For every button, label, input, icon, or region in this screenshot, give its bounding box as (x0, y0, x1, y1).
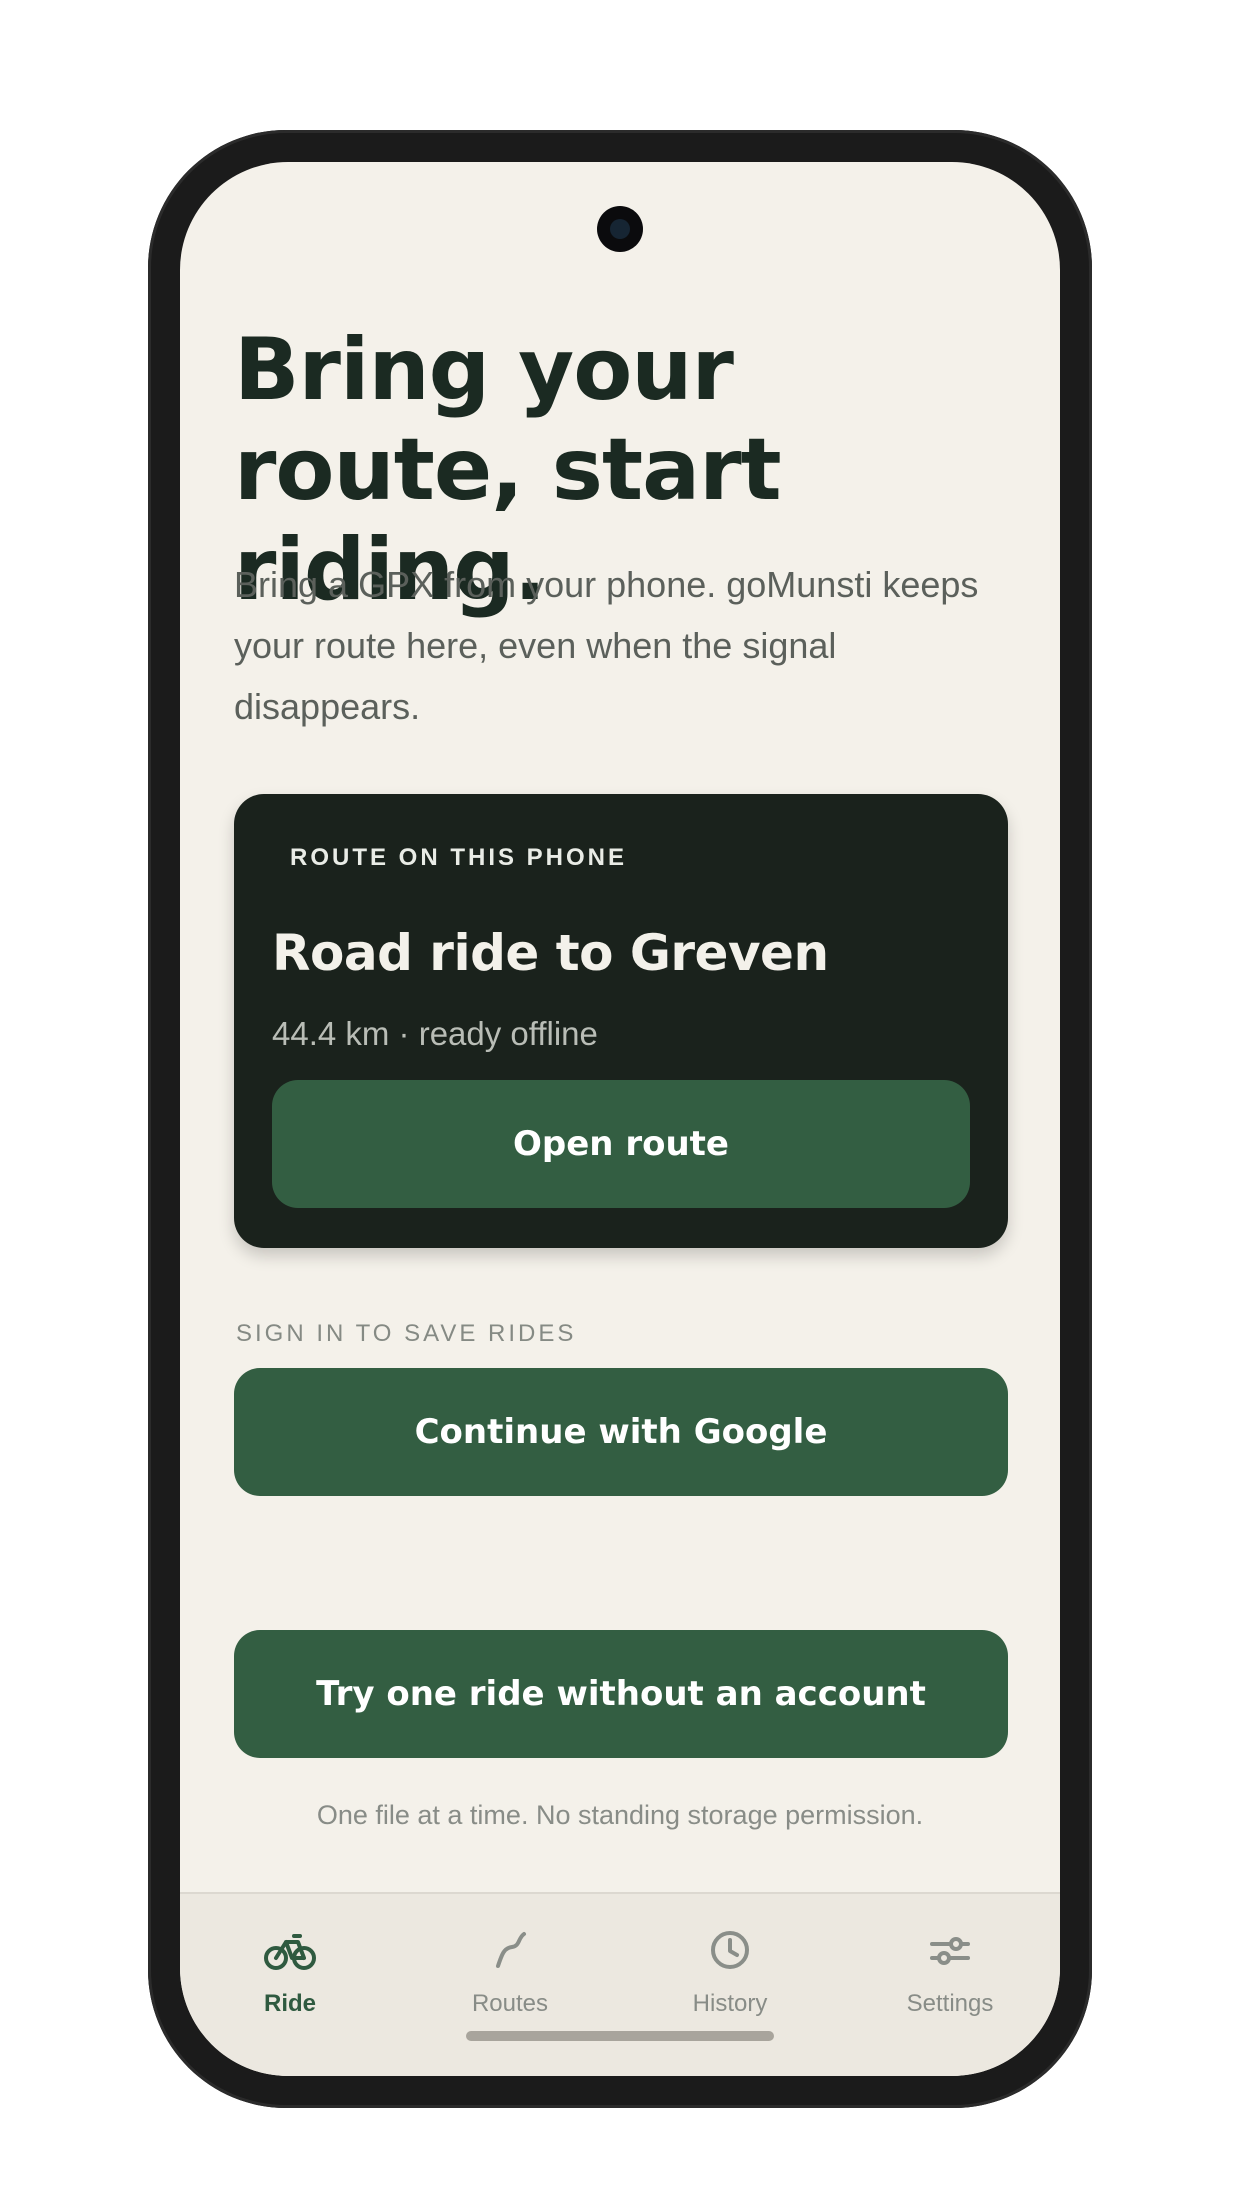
app-screen: Bring your route, start riding. Bring a … (180, 162, 1060, 2076)
continue-with-google-button[interactable]: Continue with Google (234, 1368, 1008, 1496)
route-meta: 44.4 km · ready offline (272, 1015, 598, 1052)
route-title: Road ride to Greven (272, 924, 829, 982)
tab-routes[interactable]: Routes (400, 1894, 620, 2034)
storage-footnote: One file at a time. No standing storage … (316, 1800, 924, 1830)
tab-history[interactable]: History (620, 1894, 840, 2034)
tab-ride[interactable]: Ride (180, 1894, 400, 2034)
tab-label: Settings (906, 1990, 994, 2017)
tab-label: History (692, 1990, 768, 2017)
signin-section-label: SIGN IN TO SAVE RIDES (236, 1320, 577, 1347)
phone-frame: Bring your route, start riding. Bring a … (148, 130, 1092, 2108)
tab-label: Ride (263, 1990, 316, 2017)
tab-label: Routes (471, 1990, 549, 2017)
route-card: ROUTE ON THIS PHONE Road ride to Greven … (234, 794, 1008, 1248)
bicycle-icon (264, 1934, 316, 1970)
tab-settings[interactable]: Settings (840, 1894, 1060, 2034)
front-camera (597, 206, 643, 252)
route-icon (496, 1932, 526, 1968)
open-route-button[interactable]: Open route (272, 1080, 970, 1208)
clock-icon (711, 1931, 749, 1969)
home-indicator[interactable] (466, 2031, 774, 2041)
intro-text: Bring a GPX from your phone. goMunsti ke… (234, 564, 979, 727)
route-card-eyebrow: ROUTE ON THIS PHONE (290, 844, 628, 871)
sliders-icon (930, 1937, 970, 1965)
bottom-tab-bar: Ride Routes History Settings (180, 1892, 1060, 2076)
try-without-account-button[interactable]: Try one ride without an account (234, 1630, 1008, 1758)
